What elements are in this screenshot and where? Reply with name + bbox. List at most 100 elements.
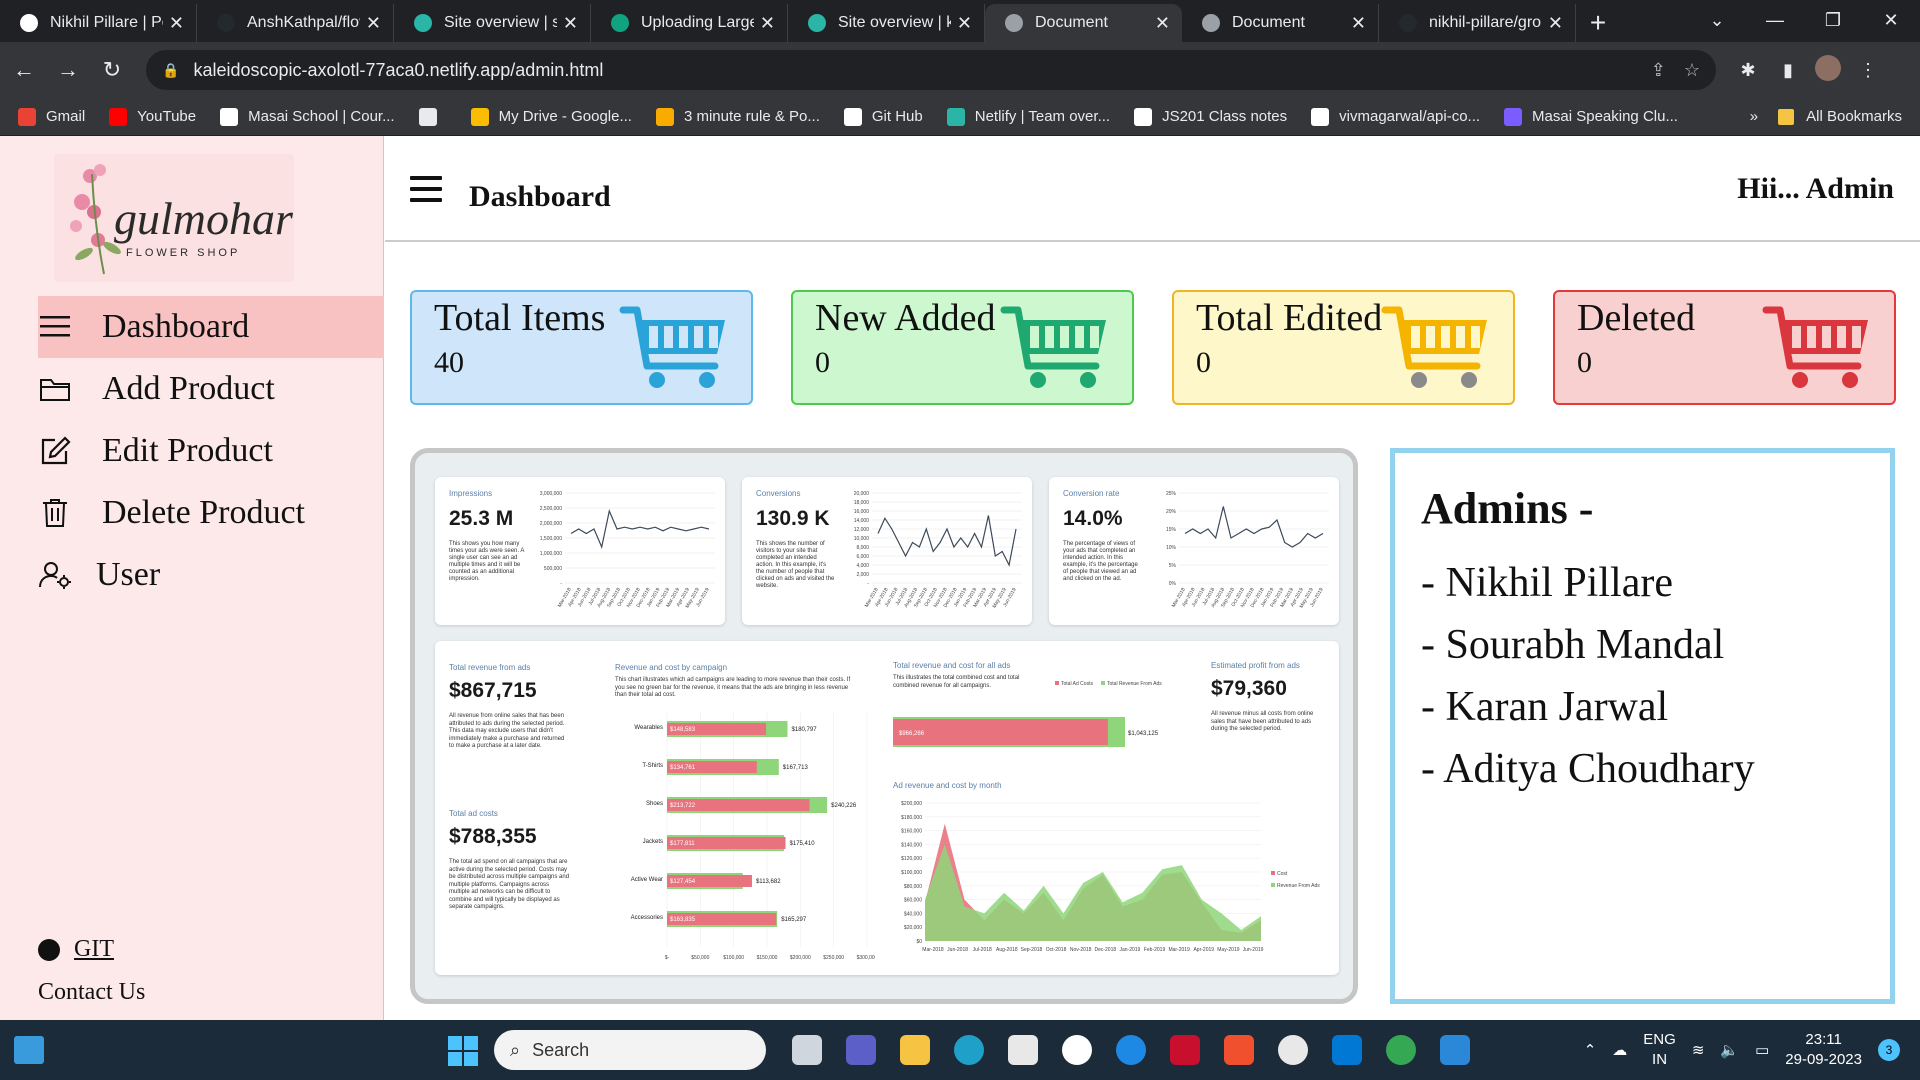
git-link[interactable]: GIT <box>38 936 114 963</box>
taskbar-search-label: Search <box>532 1039 590 1060</box>
sidebar-item-dashboard[interactable]: Dashboard <box>38 296 384 358</box>
kpi-value: 14.0% <box>1063 507 1123 530</box>
side-panel-icon[interactable]: ▮ <box>1768 60 1808 81</box>
file-explorer-icon[interactable] <box>888 1030 942 1070</box>
bookmark-star-icon[interactable]: ☆ <box>1684 60 1700 81</box>
start-button[interactable] <box>448 1036 478 1066</box>
mcafee-icon[interactable] <box>1158 1030 1212 1070</box>
x-tick-label: $150,000 <box>757 955 778 961</box>
monthly-area-chart: $200,000 $180,000 $160,000 $140,000 $120,000… <box>901 801 1320 953</box>
bookmark-item[interactable]: YouTube <box>109 107 196 126</box>
admin-name: - Karan Jarwal <box>1421 684 1669 730</box>
chevron-up-icon[interactable]: ⌃ <box>1584 1041 1597 1059</box>
tab-close-icon[interactable]: ✕ <box>957 13 972 34</box>
chrome-icon[interactable] <box>1374 1030 1428 1070</box>
tab-close-icon[interactable]: ✕ <box>760 13 775 34</box>
minimize-icon[interactable]: — <box>1746 0 1804 42</box>
y-tick-label: 3,000,000 <box>540 491 562 497</box>
app-icon[interactable] <box>1050 1030 1104 1070</box>
extensions-icon[interactable]: ✱ <box>1728 60 1768 81</box>
browser-tab[interactable]: Site overview | st ✕ <box>394 4 591 42</box>
edit-icon <box>38 434 72 468</box>
notification-badge[interactable]: 3 <box>1878 1039 1900 1061</box>
browser-tab[interactable]: Uploading Large ✕ <box>591 4 788 42</box>
tab-title: nikhil-pillare/gro <box>1429 14 1542 31</box>
vscode-icon[interactable] <box>1320 1030 1374 1070</box>
clock-date: 29-09-2023 <box>1785 1051 1862 1068</box>
browser-tab[interactable]: AnshKathpal/flov ✕ <box>197 4 394 42</box>
edge-icon[interactable] <box>942 1030 996 1070</box>
tab-close-icon[interactable]: ✕ <box>1548 13 1563 34</box>
x-tick-label: Aug-2018 <box>996 947 1018 953</box>
all-bookmarks[interactable]: All Bookmarks <box>1778 108 1902 125</box>
restore-icon[interactable]: ❐ <box>1804 0 1862 42</box>
bookmark-label: vivmagarwal/api-co... <box>1339 108 1481 125</box>
widgets-icon[interactable] <box>14 1036 44 1064</box>
page-header: Dashboard Hii... Admin <box>385 136 1920 242</box>
wifi-icon[interactable]: ≋ <box>1692 1041 1705 1059</box>
volume-icon[interactable]: 🔈 <box>1720 1041 1739 1059</box>
git-link-label[interactable]: GIT <box>74 936 114 963</box>
photos-icon[interactable] <box>1428 1030 1482 1070</box>
sidebar-item-add-product[interactable]: Add Product <box>38 358 384 420</box>
tab-close-icon[interactable]: ✕ <box>366 13 381 34</box>
taskbar-search[interactable]: ⌕ Search <box>494 1030 766 1070</box>
logo-script-text: gulmohar <box>114 193 294 244</box>
share-icon[interactable]: ⇪ <box>1651 60 1666 81</box>
bookmark-item[interactable]: Masai School | Cour... <box>220 107 395 126</box>
bookmark-item[interactable]: Masai Speaking Clu... <box>1504 107 1678 126</box>
cloud-icon[interactable]: ☁ <box>1612 1041 1627 1059</box>
bookmark-item[interactable]: Git Hub <box>843 107 923 126</box>
back-icon[interactable]: ← <box>4 57 44 83</box>
git-icon[interactable] <box>1212 1030 1266 1070</box>
browser-tab[interactable]: Site overview | ka ✕ <box>788 4 985 42</box>
bookmark-item[interactable]: Gmail <box>18 107 85 126</box>
x-tick-label: Jun-2019 <box>1243 947 1264 953</box>
bookmark-item[interactable]: 3 minute rule & Po... <box>655 107 820 126</box>
bookmarks-overflow-icon[interactable]: » <box>1750 108 1758 125</box>
tab-close-icon[interactable]: ✕ <box>169 13 184 34</box>
browser-menu-icon[interactable]: ⋮ <box>1848 60 1888 81</box>
tab-close-icon[interactable]: ✕ <box>563 13 578 34</box>
legend-label: Cost <box>1277 871 1288 877</box>
sidebar-item-user[interactable]: User <box>38 544 384 606</box>
kpi-desc: This shows the number of visitors to you… <box>756 541 835 589</box>
sidebar-item-delete-product[interactable]: Delete Product <box>38 482 384 544</box>
browser-tab[interactable]: Document ✕ <box>985 4 1182 42</box>
tab-favicon-icon <box>1005 14 1023 32</box>
contact-us-link[interactable]: Contact Us <box>38 979 145 1006</box>
address-bar[interactable]: 🔒 kaleidoscopic-axolotl-77aca0.netlify.a… <box>146 50 1716 90</box>
clock[interactable]: 23:11 29-09-2023 <box>1785 1030 1862 1070</box>
meet-icon[interactable] <box>834 1030 888 1070</box>
url-text[interactable]: kaleidoscopic-axolotl-77aca0.netlify.app… <box>193 60 1632 81</box>
browser-tab[interactable]: nikhil-pillare/gro ✕ <box>1379 4 1576 42</box>
revenue-area <box>925 844 1261 941</box>
browser-tab[interactable]: Nikhil Pillare | Po ✕ <box>0 4 197 42</box>
browser-tab[interactable]: Document ✕ <box>1182 4 1379 42</box>
slack-icon[interactable] <box>1266 1030 1320 1070</box>
battery-icon[interactable]: ▭ <box>1755 1041 1769 1059</box>
bookmark-item[interactable]: My Drive - Google... <box>470 107 632 126</box>
new-tab-icon[interactable]: + <box>1576 4 1620 42</box>
bookmark-item[interactable] <box>418 107 447 126</box>
help-icon[interactable] <box>1104 1030 1158 1070</box>
tab-close-icon[interactable]: ✕ <box>1155 13 1170 34</box>
store-icon[interactable] <box>996 1030 1050 1070</box>
forward-icon[interactable]: → <box>48 57 88 83</box>
bookmark-item[interactable]: Netlify | Team over... <box>946 107 1110 126</box>
sidebar: gulmohar FLOWER SHOP Dashboard Add Produ… <box>0 136 384 1020</box>
hamburger-menu-icon[interactable] <box>410 176 442 202</box>
reload-icon[interactable]: ↻ <box>92 57 132 83</box>
bookmark-label: 3 minute rule & Po... <box>683 108 820 125</box>
bookmark-item[interactable]: JS201 Class notes <box>1134 107 1287 126</box>
tab-close-icon[interactable]: ✕ <box>1351 13 1366 34</box>
kpi-line-chart: 3,000,000 2,500,000 2,000,000 1,500,000 1,00… <box>540 491 715 609</box>
close-window-icon[interactable]: ✕ <box>1862 0 1920 42</box>
lock-icon[interactable]: 🔒 <box>162 62 179 79</box>
tab-search-icon[interactable]: ⌄ <box>1688 0 1746 42</box>
profile-avatar[interactable] <box>1808 54 1848 86</box>
language-indicator[interactable]: ENG IN <box>1643 1030 1676 1070</box>
task-view-icon[interactable] <box>780 1030 834 1070</box>
sidebar-item-edit-product[interactable]: Edit Product <box>38 420 384 482</box>
bookmark-item[interactable]: vivmagarwal/api-co... <box>1311 107 1481 126</box>
